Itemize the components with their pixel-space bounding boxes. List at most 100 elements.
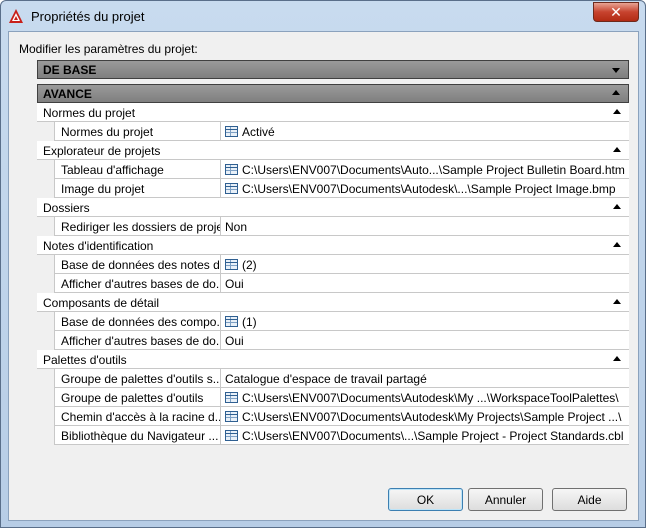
property-name: Afficher d'autres bases de do... bbox=[54, 274, 221, 293]
row-indent bbox=[37, 122, 54, 141]
prompt-label: Modifier les paramètres du projet: bbox=[19, 42, 198, 56]
property-row[interactable]: Rediriger les dossiers de projet Non bbox=[37, 217, 629, 236]
section-label: AVANCE bbox=[43, 87, 92, 101]
property-value[interactable]: C:\Users\ENV007\Documents\Autodesk\...\S… bbox=[222, 179, 628, 198]
ok-button[interactable]: OK bbox=[388, 488, 463, 511]
window-title: Propriétés du projet bbox=[31, 9, 145, 24]
property-row[interactable]: Bibliothèque du Navigateur ... C:\Users\E… bbox=[37, 426, 629, 445]
property-name: Afficher d'autres bases de do... bbox=[54, 331, 221, 350]
property-value[interactable]: C:\Users\ENV007\Documents\...\Sample Pro… bbox=[222, 426, 628, 445]
expand-arrow-icon[interactable] bbox=[612, 68, 620, 73]
cancel-button[interactable]: Annuler bbox=[468, 488, 543, 511]
property-row[interactable]: Normes du projet Activé bbox=[37, 122, 629, 141]
row-indent bbox=[37, 369, 54, 388]
property-value-text: Non bbox=[225, 220, 248, 234]
row-indent bbox=[37, 407, 54, 426]
property-value-text: (1) bbox=[242, 315, 257, 329]
property-value[interactable]: Non bbox=[222, 217, 628, 236]
property-value-text: C:\Users\ENV007\Documents\...\Sample Pro… bbox=[242, 429, 624, 443]
row-indent bbox=[37, 388, 54, 407]
row-indent bbox=[37, 255, 54, 274]
category-row[interactable]: Notes d'identification bbox=[37, 236, 629, 255]
property-name: Base de données des notes d'... bbox=[54, 255, 221, 274]
row-indent bbox=[37, 179, 54, 198]
category-label: Notes d'identification bbox=[43, 239, 154, 253]
help-button[interactable]: Aide bbox=[552, 488, 627, 511]
category-row[interactable]: Dossiers bbox=[37, 198, 629, 217]
property-value-text: Oui bbox=[225, 277, 244, 291]
property-row[interactable]: Base de données des compo... (1) bbox=[37, 312, 629, 331]
collapse-arrow-icon[interactable] bbox=[612, 90, 620, 95]
row-indent bbox=[37, 274, 54, 293]
property-value-text: C:\Users\ENV007\Documents\Auto...\Sample… bbox=[242, 163, 625, 177]
property-name: Base de données des compo... bbox=[54, 312, 221, 331]
title-bar[interactable]: Propriétés du projet ✕ bbox=[1, 1, 645, 31]
property-row[interactable]: Image du projet C:\Users\ENV007\Documents… bbox=[37, 179, 629, 198]
property-name: Groupe de palettes d'outils bbox=[54, 388, 221, 407]
close-icon: ✕ bbox=[610, 3, 622, 20]
category-row[interactable]: Explorateur de projets bbox=[37, 141, 629, 160]
property-name: Chemin d'accès à la racine d... bbox=[54, 407, 221, 426]
close-button[interactable]: ✕ bbox=[593, 2, 639, 22]
property-name: Tableau d'affichage bbox=[54, 160, 221, 179]
property-name: Rediriger les dossiers de projet bbox=[54, 217, 221, 236]
property-value[interactable]: Oui bbox=[222, 274, 628, 293]
property-row[interactable]: Groupe de palettes d'outils s... Catalogu… bbox=[37, 369, 629, 388]
category-row[interactable]: Palettes d'outils bbox=[37, 350, 629, 369]
category-row[interactable]: Normes du projet bbox=[37, 103, 629, 122]
property-value[interactable]: (2) bbox=[222, 255, 628, 274]
category-label: Composants de détail bbox=[43, 296, 160, 310]
category-label: Dossiers bbox=[43, 201, 90, 215]
table-icon bbox=[225, 316, 238, 327]
collapse-arrow-icon[interactable] bbox=[613, 356, 621, 361]
property-value-text: (2) bbox=[242, 258, 257, 272]
property-row[interactable]: Chemin d'accès à la racine d... C:\Users\… bbox=[37, 407, 629, 426]
property-value[interactable]: (1) bbox=[222, 312, 628, 331]
section-header-advanced[interactable]: AVANCE bbox=[37, 84, 629, 103]
property-value[interactable]: Catalogue d'espace de travail partagé bbox=[222, 369, 628, 388]
row-indent bbox=[37, 160, 54, 179]
row-indent bbox=[37, 217, 54, 236]
autocad-app-icon bbox=[9, 9, 23, 23]
row-indent bbox=[37, 312, 54, 331]
property-value-text: Activé bbox=[242, 125, 275, 139]
property-name: Groupe de palettes d'outils s... bbox=[54, 369, 221, 388]
property-value-text: C:\Users\ENV007\Documents\Autodesk\My Pr… bbox=[242, 410, 622, 424]
category-label: Palettes d'outils bbox=[43, 353, 127, 367]
table-icon bbox=[225, 392, 238, 403]
property-value[interactable]: C:\Users\ENV007\Documents\Auto...\Sample… bbox=[222, 160, 628, 179]
property-row[interactable]: Groupe de palettes d'outils C:\Users\ENV0… bbox=[37, 388, 629, 407]
category-row[interactable]: Composants de détail bbox=[37, 293, 629, 312]
row-indent bbox=[37, 426, 54, 445]
property-row[interactable]: Afficher d'autres bases de do... Oui bbox=[37, 331, 629, 350]
property-value[interactable]: Activé bbox=[222, 122, 628, 141]
property-value-text: Oui bbox=[225, 334, 244, 348]
category-label: Normes du projet bbox=[43, 106, 136, 120]
collapse-arrow-icon[interactable] bbox=[613, 204, 621, 209]
section-label: DE BASE bbox=[43, 63, 97, 77]
property-grid: DE BASE AVANCE Normes du projet Normes du… bbox=[37, 60, 629, 474]
collapse-arrow-icon[interactable] bbox=[613, 299, 621, 304]
table-icon bbox=[225, 411, 238, 422]
row-indent bbox=[37, 331, 54, 350]
property-row[interactable]: Afficher d'autres bases de do... Oui bbox=[37, 274, 629, 293]
collapse-arrow-icon[interactable] bbox=[613, 242, 621, 247]
property-value[interactable]: C:\Users\ENV007\Documents\Autodesk\My Pr… bbox=[222, 407, 628, 426]
property-name: Normes du projet bbox=[54, 122, 221, 141]
property-value-text: Catalogue d'espace de travail partagé bbox=[225, 372, 427, 386]
property-row[interactable]: Tableau d'affichage C:\Users\ENV007\Docum… bbox=[37, 160, 629, 179]
property-value[interactable]: C:\Users\ENV007\Documents\Autodesk\My ..… bbox=[222, 388, 628, 407]
section-header-basic[interactable]: DE BASE bbox=[37, 60, 629, 79]
property-value-text: C:\Users\ENV007\Documents\Autodesk\...\S… bbox=[242, 182, 616, 196]
collapse-arrow-icon[interactable] bbox=[613, 147, 621, 152]
collapse-arrow-icon[interactable] bbox=[613, 109, 621, 114]
property-value-text: C:\Users\ENV007\Documents\Autodesk\My ..… bbox=[242, 391, 619, 405]
table-icon bbox=[225, 126, 238, 137]
table-icon bbox=[225, 259, 238, 270]
property-name: Bibliothèque du Navigateur ... bbox=[54, 426, 221, 445]
table-icon bbox=[225, 183, 238, 194]
property-name: Image du projet bbox=[54, 179, 221, 198]
property-row[interactable]: Base de données des notes d'... (2) bbox=[37, 255, 629, 274]
dialog-client-area: Modifier les paramètres du projet: DE BA… bbox=[8, 31, 639, 521]
property-value[interactable]: Oui bbox=[222, 331, 628, 350]
